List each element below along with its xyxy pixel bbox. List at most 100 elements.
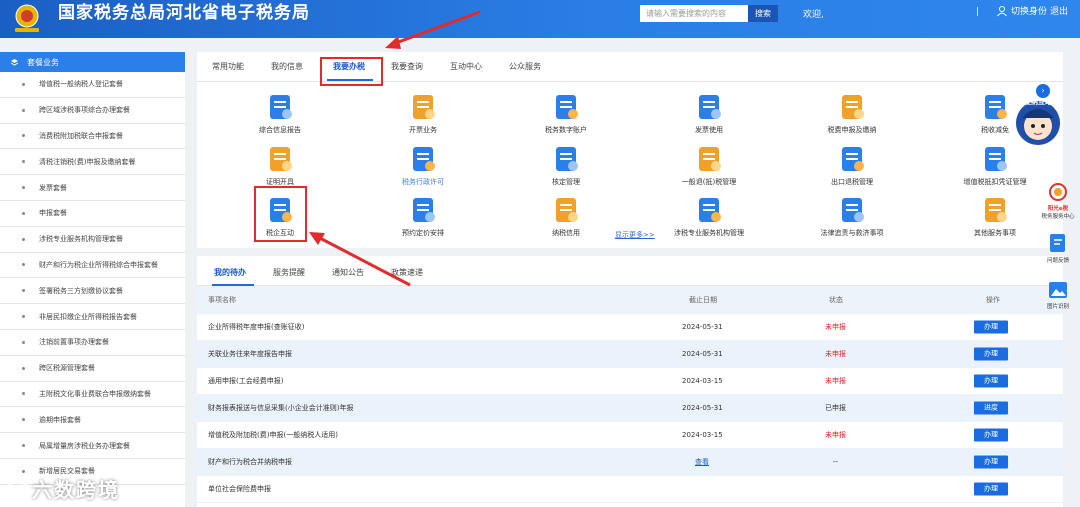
sidebar-item[interactable]: 增值税一般纳税人登记套餐: [0, 72, 185, 98]
stack-icon: [10, 58, 19, 66]
feedback-shortcut[interactable]: 问题反馈: [1042, 232, 1074, 264]
show-more-link[interactable]: 显示更多>>: [615, 230, 655, 240]
sidebar-item-label: 跨区域涉税事项综合办理套餐: [39, 106, 130, 115]
service-pricing-schedule[interactable]: 预约定价安排: [373, 195, 473, 238]
tab-query[interactable]: 我要查询: [391, 61, 423, 72]
tab-service-reminder[interactable]: 服务提醒: [273, 267, 305, 278]
status-badge: 未申报: [825, 431, 846, 439]
search-input[interactable]: 请输入需要搜索的内容: [640, 5, 748, 22]
switch-identity-link[interactable]: 切换身份 退出: [996, 4, 1068, 17]
sidebar-item[interactable]: 签署税务三方划缴协议套餐: [0, 278, 185, 305]
service-digital-account[interactable]: 税务数字账户: [516, 92, 616, 135]
handle-button[interactable]: 办理: [974, 482, 1008, 496]
service-invoice-use[interactable]: 发票使用: [659, 92, 759, 135]
tab-my-todo[interactable]: 我的待办: [214, 267, 246, 278]
service-legal-hammer[interactable]: 法律追责与救济事项: [802, 195, 902, 238]
service-report-doc[interactable]: 综合信息报告: [230, 92, 330, 135]
table-header: 事项名称 截止日期 状态 操作: [197, 286, 1063, 314]
assessment-icon: [556, 147, 578, 171]
switch-label[interactable]: 切换身份: [1011, 4, 1047, 17]
service-label: 开票业务: [409, 126, 437, 134]
sidebar-item[interactable]: 清税注销税(费)申报及缴纳套餐: [0, 149, 185, 176]
sidebar-item-label: 局属增量房涉税业务办理套餐: [39, 441, 130, 450]
brand-shortcut[interactable]: 阳光e税 税务服务中心: [1040, 182, 1076, 220]
service-export-refund[interactable]: 出口退税管理: [802, 144, 902, 187]
logout-link[interactable]: 退出: [1050, 4, 1068, 17]
handle-button[interactable]: 办理: [974, 428, 1008, 442]
service-certificate[interactable]: 证明开具: [230, 144, 330, 187]
feedback-edit-icon: [1050, 234, 1065, 252]
sidebar-item[interactable]: 消费税附加税联合申报套餐: [0, 124, 185, 150]
col-name: 事项名称: [208, 296, 236, 304]
sidebar-header[interactable]: 套餐业务: [0, 52, 185, 72]
bullet-icon: [22, 263, 25, 267]
handle-button[interactable]: 办理: [974, 320, 1008, 334]
image-shortcut[interactable]: 图片识别: [1042, 280, 1074, 310]
bullet-icon: [22, 134, 25, 138]
main-panel: 常用功能 我的信息 我要办税 我要查询 互动中心 公众服务 综合信息报告 开票业务…: [197, 52, 1063, 248]
sidebar-item[interactable]: 涉税专业服务机构管理套餐: [0, 227, 185, 253]
table-row: 通用申报(工会经费申报) 2024-03-15 未申报 办理: [197, 368, 1063, 395]
service-assessment[interactable]: 核定管理: [516, 144, 616, 187]
image-label: 图片识别: [1046, 304, 1069, 310]
service-label: 核定管理: [552, 178, 580, 186]
tab-common[interactable]: 常用功能: [212, 61, 244, 72]
sidebar-item[interactable]: 跨区域涉税事项综合办理套餐: [0, 98, 185, 124]
sidebar-item[interactable]: 非居民扣缴企业所得税报告套餐: [0, 304, 185, 330]
digital-account-icon: [556, 95, 578, 119]
table-row: 单位社会保险费申报 办理: [197, 476, 1063, 503]
sidebar-item[interactable]: 局属增量房涉税业务办理套餐: [0, 433, 185, 459]
sidebar-item-label: 跨区税源管理套餐: [39, 364, 95, 373]
view-link[interactable]: 查看: [695, 457, 709, 467]
sidebar-item[interactable]: 跨区税源管理套餐: [0, 356, 185, 382]
tab-notice[interactable]: 通知公告: [332, 267, 364, 278]
service-agency-management[interactable]: 涉税专业服务机构管理: [659, 195, 759, 238]
bullet-icon: [22, 340, 25, 344]
site-title: 国家税务总局河北省电子税务局: [58, 3, 310, 23]
handle-button[interactable]: 办理: [974, 347, 1008, 361]
status-badge: 已申报: [825, 404, 846, 412]
sidebar-item[interactable]: 财产和行为税企业所得税综合申报套餐: [0, 253, 185, 279]
tab-policy[interactable]: 政策速递: [391, 267, 423, 278]
sidebar-item[interactable]: 逾期申报套餐: [0, 407, 185, 434]
service-tax-credit[interactable]: 纳税信用: [516, 195, 616, 238]
row-deadline: 2024-05-31: [682, 350, 723, 358]
tab-public-service[interactable]: 公众服务: [509, 61, 541, 72]
export-refund-icon: [842, 147, 864, 171]
status-badge: --: [833, 458, 839, 466]
service-admin-license[interactable]: 税务行政许可: [373, 144, 473, 187]
status-badge: 未申报: [825, 377, 846, 385]
service-label: 增值税抵扣凭证管理: [963, 178, 1027, 186]
todo-panel: 我的待办 服务提醒 通知公告 政策速递 事项名称 截止日期 状态 操作 企业所得…: [197, 256, 1063, 507]
service-deduction-voucher[interactable]: 增值税抵扣凭证管理: [945, 144, 1045, 187]
bullet-icon: [22, 418, 25, 422]
sidebar-item[interactable]: 主附税文化事业费联合申报缴纳套餐: [0, 382, 185, 408]
bullet-icon: [22, 366, 25, 370]
service-other-services[interactable]: 其他服务事项: [945, 195, 1045, 238]
arrow-right-icon[interactable]: ›: [1036, 84, 1050, 98]
sidebar-item-label: 非居民扣缴企业所得税报告套餐: [39, 312, 137, 321]
brand-sub: 税务服务中心: [1041, 214, 1075, 220]
handle-button[interactable]: 办理: [974, 455, 1008, 469]
sidebar-item[interactable]: 发票套餐: [0, 175, 185, 201]
row-name: 关联业务往来年度报告申报: [208, 350, 292, 358]
watermark: 六数跨境: [6, 474, 120, 503]
legal-hammer-icon: [842, 198, 864, 222]
service-tax-payment[interactable]: 税费申报及缴纳: [802, 92, 902, 135]
highlight-box-tab: [320, 57, 383, 86]
search-button[interactable]: 搜索: [748, 5, 778, 22]
handle-button[interactable]: 办理: [974, 374, 1008, 388]
invoice-use-icon: [699, 95, 721, 119]
pricing-schedule-icon: [413, 198, 435, 222]
service-label: 出口退税管理: [831, 178, 873, 186]
row-operation: 办理: [974, 428, 1008, 442]
progress-button[interactable]: 进度: [974, 401, 1008, 415]
sidebar-item[interactable]: 注销前置事项办理套餐: [0, 330, 185, 356]
sidebar-item-label: 签署税务三方划缴协议套餐: [39, 286, 123, 295]
tab-interaction[interactable]: 互动中心: [450, 61, 482, 72]
service-refund[interactable]: 一般退(抵)税管理: [659, 144, 759, 187]
other-services-icon: [985, 198, 1007, 222]
sidebar-item[interactable]: 申报套餐: [0, 201, 185, 227]
service-invoice-search[interactable]: 开票业务: [373, 92, 473, 135]
tab-my-info[interactable]: 我的信息: [271, 61, 303, 72]
